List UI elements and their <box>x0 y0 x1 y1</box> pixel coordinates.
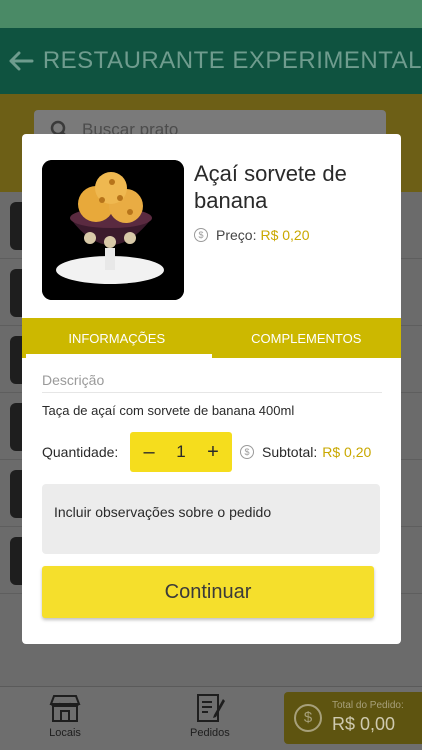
nav-pedidos[interactable]: Pedidos <box>190 693 230 739</box>
quantity-stepper: – 1 + <box>130 432 232 472</box>
dollar-icon: $ <box>194 228 208 242</box>
increment-button[interactable]: + <box>202 441 224 464</box>
store-icon <box>49 695 81 722</box>
product-price: $ Preço: R$ 0,20 <box>194 227 310 243</box>
back-button[interactable] <box>0 51 43 71</box>
product-image <box>42 160 184 300</box>
status-bar <box>0 0 422 28</box>
notes-field[interactable]: Incluir observações sobre o pedido <box>42 484 380 554</box>
decrement-button[interactable]: – <box>138 441 160 464</box>
quantity-value: 1 <box>176 442 186 461</box>
tab-informacoes[interactable]: INFORMAÇÕES <box>22 318 212 358</box>
description-text: Taça de açaí com sorvete de banana 400ml <box>42 403 295 418</box>
tab-bar: INFORMAÇÕES COMPLEMENTOS <box>22 318 401 358</box>
nav-label: Locais <box>49 727 81 739</box>
product-dialog: Açaí sorvete de banana $ Preço: R$ 0,20 … <box>22 134 401 644</box>
arrow-left-icon <box>9 51 34 71</box>
order-list-icon <box>196 694 225 722</box>
nav-label: Pedidos <box>190 727 230 739</box>
price-label: Preço: <box>216 227 257 243</box>
dollar-icon: $ <box>294 704 322 732</box>
subtotal: $ Subtotal: R$ 0,20 <box>240 444 371 460</box>
description-label: Descrição <box>42 372 105 388</box>
dollar-icon: $ <box>240 445 254 459</box>
app-title: RESTAURANTE EXPERIMENTAL <box>42 47 422 74</box>
tab-complementos[interactable]: COMPLEMENTOS <box>212 318 402 358</box>
subtotal-label: Subtotal: <box>262 444 318 460</box>
order-total-value: R$ 0,00 <box>332 714 396 734</box>
order-total-label: Total do Pedido: <box>332 700 404 711</box>
order-total-button[interactable]: $ Total do Pedido: R$ 0,00 <box>284 692 422 744</box>
continue-button[interactable]: Continuar <box>42 566 374 618</box>
quantity-label: Quantidade: <box>42 444 119 460</box>
product-name: Açaí sorvete de banana <box>194 161 347 213</box>
subtotal-value: R$ 0,20 <box>322 444 372 460</box>
price-value: R$ 0,20 <box>260 227 310 243</box>
app-bar: RESTAURANTE EXPERIMENTAL <box>0 28 422 94</box>
nav-locais[interactable]: Locais <box>48 693 82 739</box>
acai-sundae-image <box>42 160 184 300</box>
divider <box>42 392 382 393</box>
